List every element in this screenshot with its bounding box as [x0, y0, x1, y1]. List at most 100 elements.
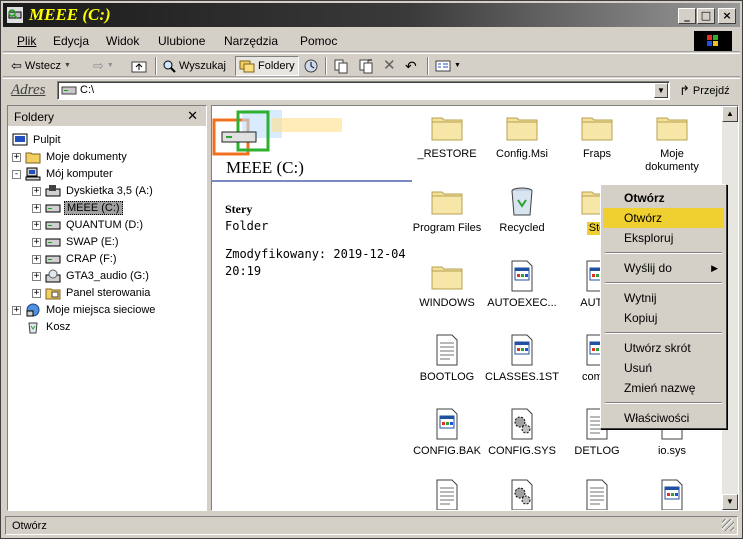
tree-item-label: Moje dokumenty	[46, 151, 127, 163]
copy-to-icon	[359, 59, 373, 74]
delete-button[interactable]: ✕	[383, 56, 396, 76]
menu-ulubione[interactable]: Ulubione	[158, 34, 205, 48]
search-button[interactable]: Wyszukaj	[162, 56, 226, 76]
file-item[interactable]: Config.Msi	[482, 110, 562, 161]
file-item[interactable]	[407, 478, 487, 510]
tree-item-label: MEEE (C:)	[64, 201, 123, 215]
file-item[interactable]: Moje dokumenty	[632, 110, 712, 174]
tree-item-label: QUANTUM (D:)	[66, 219, 143, 231]
go-button[interactable]: ↱ Przejdź	[679, 83, 730, 99]
menu-narzedzia[interactable]: Narzędzia	[224, 34, 278, 48]
title-bar[interactable]: MEEE (C:) _ □ ×	[3, 3, 740, 27]
context-menu-wytnij[interactable]: Wytnij	[603, 288, 724, 308]
forward-button[interactable]: ⇨ ▼	[93, 56, 114, 76]
context-menu-utw-rz-skr-t[interactable]: Utwórz skrót	[603, 338, 724, 358]
forward-arrow-icon: ⇨	[93, 58, 104, 73]
status-cell: Otwórz	[5, 516, 738, 535]
tree-item-kosz[interactable]: Kosz	[12, 319, 72, 335]
tree-item-pulpit[interactable]: Pulpit	[12, 132, 63, 148]
tree-item-moje-dokumenty[interactable]: + Moje dokumenty	[12, 149, 129, 165]
back-button[interactable]: ⇦ Wstecz ▼	[11, 56, 71, 76]
menu-ulubione-label: Ulubione	[158, 34, 206, 48]
file-item[interactable]	[482, 478, 562, 510]
tree-expander[interactable]: +	[32, 254, 41, 264]
tree-item-dyskietka-3-5-a[interactable]: + Dyskietka 3,5 (A:)	[32, 183, 155, 199]
copy-to-button[interactable]	[358, 56, 374, 76]
context-menu-wy-lij-do[interactable]: Wyślij do ▶	[603, 258, 724, 278]
tree-expander[interactable]: +	[32, 288, 41, 298]
menu-plik[interactable]: Plik	[17, 34, 36, 48]
file-item[interactable]: AUTOEXEC...	[482, 259, 562, 310]
resize-grip[interactable]	[722, 519, 734, 531]
tree-item-gta3-audio-g[interactable]: + GTA3_audio (G:)	[32, 268, 151, 284]
tree-expander[interactable]: +	[32, 203, 41, 213]
tree-item-moje-miejsca-sieciowe[interactable]: + Moje miejsca sieciowe	[12, 302, 157, 318]
file-item[interactable]: _RESTORE	[407, 110, 487, 161]
tree-expander[interactable]: +	[32, 220, 41, 230]
file-item[interactable]: Program Files	[407, 184, 487, 235]
tree-expander[interactable]: +	[32, 271, 41, 281]
menu-edycja[interactable]: Edycja	[53, 34, 89, 48]
dropdown-arrow-icon: ▼	[454, 62, 461, 69]
drive-title: MEEE (C:)	[226, 158, 304, 177]
tree-expander[interactable]: +	[12, 305, 21, 315]
address-label-text: Adres	[11, 82, 46, 98]
tree-expander[interactable]: +	[32, 237, 41, 247]
up-folder-button[interactable]	[131, 56, 147, 76]
delete-icon: ✕	[383, 57, 396, 74]
undo-icon: ↶	[405, 58, 417, 74]
file-item[interactable]	[632, 478, 712, 510]
tree-item-quantum-d[interactable]: + QUANTUM (D:)	[32, 217, 145, 233]
context-menu-separator	[605, 252, 722, 254]
go-arrow-icon: ↱	[679, 83, 690, 98]
file-item[interactable]: WINDOWS	[407, 259, 487, 310]
close-button[interactable]: ×	[718, 8, 736, 24]
tree-item-m-j-komputer[interactable]: - Mój komputer	[12, 166, 115, 182]
address-dropdown-button[interactable]: ▼	[654, 83, 668, 98]
file-item[interactable]: CONFIG.SYS	[482, 407, 562, 458]
control-panel-icon	[45, 286, 61, 300]
tree-item-crap-f[interactable]: + CRAP (F:)	[32, 251, 119, 267]
scroll-down-button[interactable]: ▼	[722, 494, 738, 510]
views-button[interactable]: ▼	[435, 56, 461, 76]
address-input[interactable]: C:\ ▼	[57, 81, 670, 100]
undo-button[interactable]: ↶	[405, 56, 417, 76]
move-to-button[interactable]	[333, 56, 349, 76]
close-pane-icon[interactable]: ✕	[187, 108, 198, 124]
file-item-label: _RESTORE	[417, 148, 477, 160]
tree-item-label: Mój komputer	[46, 168, 113, 180]
context-menu-zmie-nazw[interactable]: Zmień nazwę	[603, 378, 724, 398]
file-item[interactable]: Recycled	[482, 184, 562, 235]
tree-expander[interactable]: -	[12, 169, 21, 179]
file-item[interactable]: CONFIG.BAK	[407, 407, 487, 458]
folders-pane-title: Foldery	[14, 110, 55, 124]
context-menu-usu[interactable]: Usuń	[603, 358, 724, 378]
file-item[interactable]: BOOTLOG	[407, 333, 487, 384]
minimize-button[interactable]: _	[678, 8, 696, 24]
context-menu-otw-rz[interactable]: Otwórz	[603, 208, 724, 228]
context-menu-eksploruj[interactable]: Eksploruj	[603, 228, 724, 248]
tree-expander[interactable]: +	[32, 186, 41, 196]
scroll-up-button[interactable]: ▲	[722, 106, 738, 122]
tree-item-panel-sterowania[interactable]: + Panel sterowania	[32, 285, 152, 301]
file-item[interactable]: CLASSES.1ST	[482, 333, 562, 384]
menu-pomoc[interactable]: Pomoc	[300, 34, 337, 48]
toolbar-separator	[155, 57, 157, 75]
tree-item-swap-e[interactable]: + SWAP (E:)	[32, 234, 121, 250]
file-item[interactable]	[557, 478, 637, 510]
context-menu-kopiuj[interactable]: Kopiuj	[603, 308, 724, 328]
context-menu-w-a-ciwo-ci[interactable]: Właściwości	[603, 408, 724, 428]
context-menu-label: Wyślij do	[624, 261, 672, 275]
tree-expander[interactable]: +	[12, 152, 21, 162]
history-button[interactable]	[303, 56, 319, 76]
file-item[interactable]: Fraps	[557, 110, 637, 161]
file-item-label: WINDOWS	[419, 297, 475, 309]
menu-widok[interactable]: Widok	[106, 34, 139, 48]
folders-button[interactable]: Foldery	[235, 56, 299, 76]
file-item-label: BOOTLOG	[419, 371, 475, 383]
views-icon	[435, 60, 451, 72]
context-menu-otw-rz[interactable]: Otwórz	[603, 188, 724, 208]
maximize-button[interactable]: □	[697, 8, 715, 24]
hard-drive-icon	[45, 252, 61, 266]
tree-item-meee-c[interactable]: + MEEE (C:)	[32, 200, 123, 216]
